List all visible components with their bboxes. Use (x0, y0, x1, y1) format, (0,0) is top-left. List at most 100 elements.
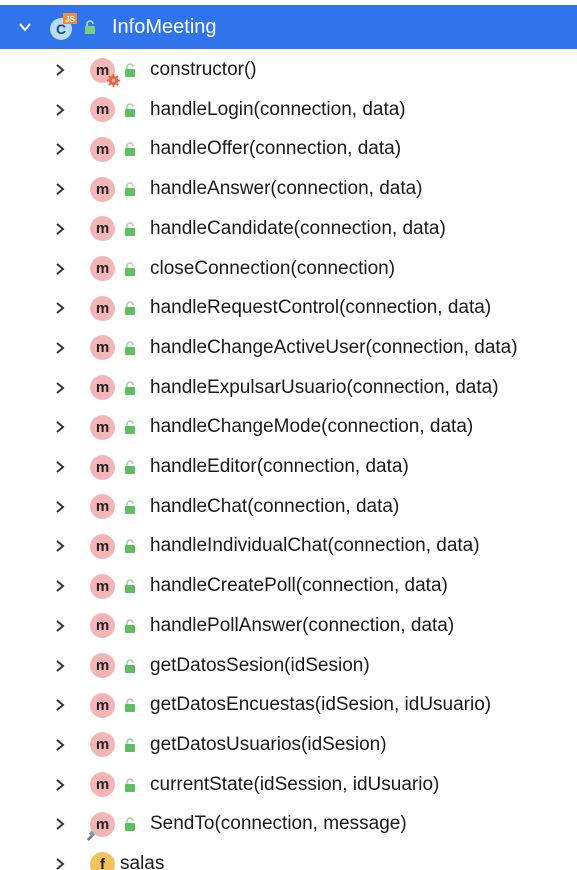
tree-node-handleanswer[interactable]: m handleAnswer(connection, data) (0, 169, 577, 209)
chevron-down-icon[interactable] (18, 20, 32, 34)
icon-letter: m (95, 776, 110, 794)
method-icon: m (90, 414, 115, 440)
tree-node-sendto[interactable]: m SendTo(connection, message) (0, 804, 577, 844)
tree-node-label: handleIndividualChat(connection, data) (150, 535, 480, 557)
public-lock-icon (124, 698, 136, 713)
chevron-right-icon[interactable] (53, 420, 67, 434)
public-lock-icon (124, 499, 136, 514)
structure-tree: C JS InfoMeeting m constructor() m handleLo… (0, 0, 577, 870)
js-badge-text: JS (65, 15, 75, 24)
tree-node-label: handleCreatePoll(connection, data) (150, 575, 448, 597)
tree-node-getdatossesion[interactable]: m getDatosSesion(idSesion) (0, 646, 577, 686)
chevron-right-icon[interactable] (53, 182, 67, 196)
public-lock-icon (124, 142, 136, 157)
icon-letter: m (95, 736, 110, 754)
chevron-right-icon[interactable] (53, 381, 67, 395)
method-icon: m (90, 256, 115, 281)
chevron-right-icon[interactable] (53, 63, 67, 77)
public-lock-icon (124, 420, 136, 435)
icon-letter: m (95, 696, 110, 714)
tree-node-handlelogin[interactable]: m handleLogin(connection, data) (0, 90, 577, 130)
chevron-right-icon[interactable] (53, 142, 67, 156)
class-icon: C JS (49, 13, 77, 41)
chevron-right-icon[interactable] (53, 698, 67, 712)
icon-letter: m (95, 418, 110, 436)
tree-node-handleeditor[interactable]: m handleEditor(connection, data) (0, 447, 577, 487)
chevron-right-icon[interactable] (53, 619, 67, 633)
public-lock-icon (124, 261, 136, 276)
chevron-right-icon[interactable] (53, 500, 67, 514)
tree-node-handleindividualchat[interactable]: m handleIndividualChat(connection, data) (0, 526, 577, 566)
tree-node-handlechangemode[interactable]: m handleChangeMode(connection, data) (0, 407, 577, 447)
icon-letter: m (95, 339, 110, 357)
tree-node-label: salas (120, 853, 165, 870)
chevron-right-icon[interactable] (53, 460, 67, 474)
public-lock-icon (124, 341, 136, 355)
method-icon: m (90, 732, 115, 758)
tree-node-handlecandidate[interactable]: m handleCandidate(connection, data) (0, 209, 577, 249)
tree-node-label: getDatosEncuestas(idSesion, idUsuario) (150, 694, 492, 716)
icon-letter: m (95, 140, 110, 158)
chevron-right-icon[interactable] (53, 301, 67, 315)
method-icon: m (90, 494, 115, 520)
method-icon: m (90, 692, 115, 718)
chevron-right-icon[interactable] (53, 579, 67, 593)
tree-node-constructor[interactable]: m constructor() (0, 50, 577, 90)
method-icon: m (90, 335, 115, 361)
chevron-right-icon[interactable] (53, 539, 67, 553)
method-icon: m (90, 176, 115, 202)
tree-node-handlecreatepoll[interactable]: m handleCreatePoll(connection, data) (0, 566, 577, 606)
tree-node-handlechangeactiveuser[interactable]: m handleChangeActiveUser(connection, data… (0, 328, 577, 368)
icon-letter: m (95, 458, 110, 476)
public-lock-icon (124, 539, 136, 554)
icon-letter: m (95, 617, 110, 635)
tree-node-label: handleChangeActiveUser(connection, data) (150, 336, 518, 358)
icon-letter: m (95, 299, 110, 317)
tree-node-currentstate[interactable]: m currentState(idSession, idUsuario) (0, 765, 577, 805)
icon-letter: f (100, 855, 105, 870)
chevron-right-icon[interactable] (53, 222, 67, 236)
public-lock-icon (124, 777, 136, 792)
tree-node-label: handleEditor(connection, data) (150, 456, 409, 477)
tree-node-handlechat[interactable]: m handleChat(connection, data) (0, 487, 577, 527)
public-lock-icon (124, 460, 136, 474)
icon-letter: m (95, 577, 110, 595)
tree-node-label: handleAnswer(connection, data) (150, 178, 423, 200)
tree-node-label: SendTo(connection, message) (150, 813, 407, 835)
chevron-right-icon[interactable] (53, 341, 67, 355)
icon-letter: m (95, 657, 110, 674)
icon-letter: m (95, 260, 110, 277)
chevron-right-icon[interactable] (53, 103, 67, 117)
chevron-right-icon[interactable] (53, 778, 67, 792)
tree-node-handlepollanswer[interactable]: m handlePollAnswer(connection, data) (0, 606, 577, 646)
tree-node-label: getDatosSesion(idSesion) (150, 654, 370, 676)
method-icon: m (90, 613, 115, 639)
method-icon: m (90, 454, 115, 480)
tree-node-label: closeConnection(connection) (150, 257, 396, 279)
public-lock-icon (124, 182, 136, 197)
chevron-right-icon[interactable] (53, 857, 67, 870)
tree-node-getdatosencuestas[interactable]: m getDatosEncuestas(idSesion, idUsuario) (0, 685, 577, 725)
public-lock-icon (124, 222, 136, 236)
icon-letter: m (95, 180, 110, 198)
tree-node-infomeeting[interactable]: C JS InfoMeeting (0, 5, 577, 49)
tree-node-handlerequestcontrol[interactable]: m handleRequestControl(connection, data) (0, 288, 577, 328)
public-lock-icon (124, 63, 136, 77)
public-lock-icon (84, 20, 96, 34)
chevron-right-icon[interactable] (53, 262, 67, 276)
tree-node-handleexpulsarusuario[interactable]: m handleExpulsarUsuario(connection, data) (0, 368, 577, 408)
chevron-right-icon[interactable] (53, 817, 67, 831)
method-icon: m (90, 573, 115, 599)
public-lock-icon (124, 619, 136, 633)
tree-node-closeconnection[interactable]: m closeConnection(connection) (0, 249, 577, 289)
icon-letter: m (95, 537, 110, 555)
tree-node-label: getDatosUsuarios(idSesion) (150, 733, 387, 755)
tree-node-label: handlePollAnswer(connection, data) (150, 614, 455, 636)
method-icon: m (90, 772, 115, 798)
tree-node-label: handleOffer(connection, data) (150, 138, 402, 160)
tree-node-getdatosusuarios[interactable]: m getDatosUsuarios(idSesion) (0, 725, 577, 765)
chevron-right-icon[interactable] (53, 659, 67, 673)
chevron-right-icon[interactable] (53, 738, 67, 752)
tree-node-handleoffer[interactable]: m handleOffer(connection, data) (0, 129, 577, 169)
tree-node-salas[interactable]: f salas (0, 844, 577, 870)
